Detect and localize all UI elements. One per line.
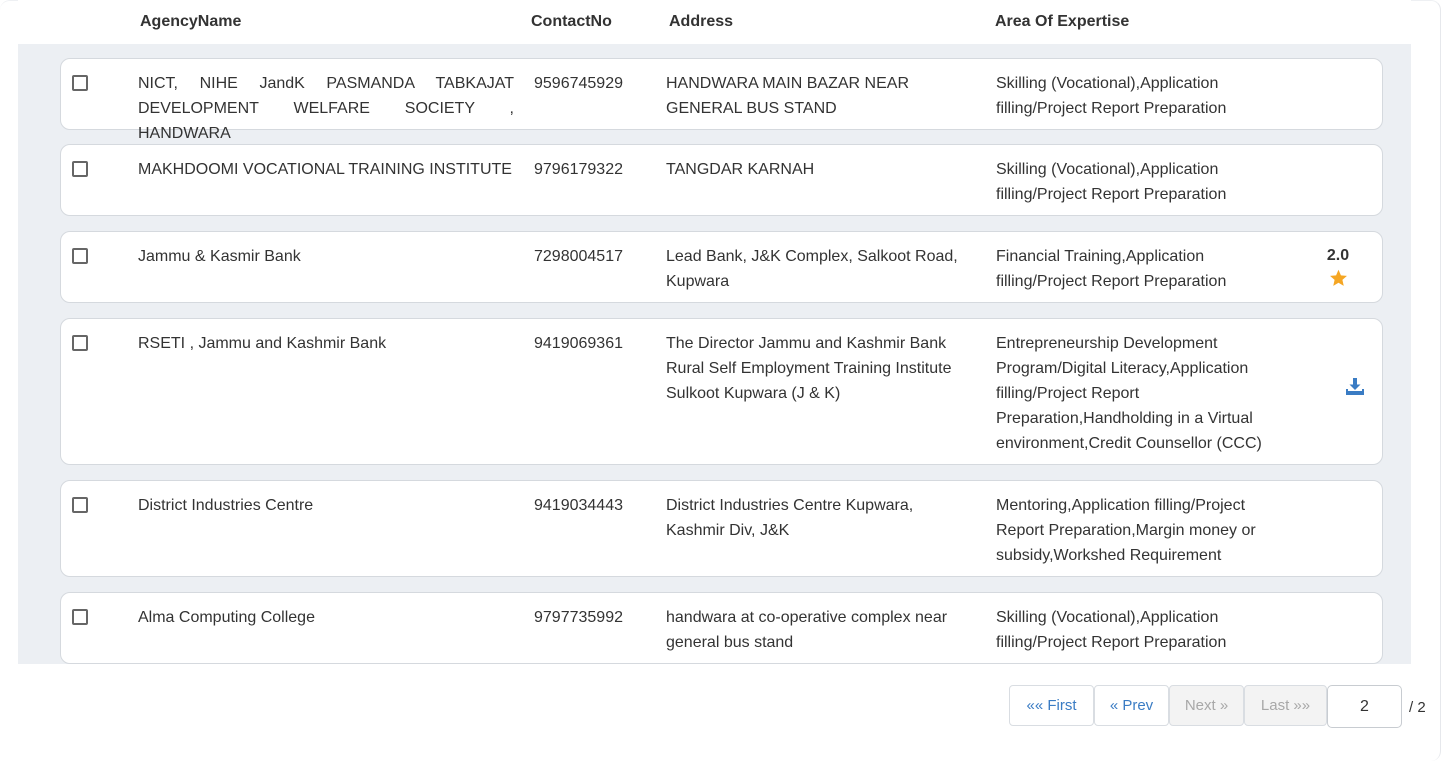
agency-name: NICT, NIHE JandK PASMANDA TABKAJAT DEVEL… <box>138 75 514 142</box>
contact-no: 9797735992 <box>534 609 623 626</box>
address: HANDWARA MAIN BAZAR NEAR GENERAL BUS STA… <box>666 75 909 117</box>
area-of-expertise: Mentoring,Application filling/Project Re… <box>996 497 1256 564</box>
table-row[interactable]: MAKHDOOMI VOCATIONAL TRAINING INSTITUTE … <box>60 144 1383 216</box>
table-row[interactable]: RSETI , Jammu and Kashmir Bank 941906936… <box>60 318 1383 465</box>
header-address[interactable]: Address <box>669 13 733 31</box>
prev-page-button[interactable]: « Prev <box>1094 685 1169 726</box>
contact-no: 7298004517 <box>534 248 623 265</box>
last-page-button[interactable]: Last »» <box>1244 685 1327 726</box>
rating-value: 2.0 <box>1326 247 1350 264</box>
table-row[interactable]: NICT, NIHE JandK PASMANDA TABKAJAT DEVEL… <box>60 58 1383 142</box>
star-icon <box>1329 269 1347 286</box>
header-contact-no[interactable]: ContactNo <box>531 13 612 31</box>
area-of-expertise: Skilling (Vocational),Application fillin… <box>996 609 1227 651</box>
agency-name: MAKHDOOMI VOCATIONAL TRAINING INSTITUTE <box>138 161 512 178</box>
download-icon <box>1346 378 1364 395</box>
contact-no: 9419069361 <box>534 335 623 352</box>
contact-no: 9796179322 <box>534 161 623 178</box>
area-of-expertise: Skilling (Vocational),Application fillin… <box>996 75 1227 117</box>
agency-name: District Industries Centre <box>138 497 314 514</box>
table-row[interactable]: Alma Computing College 9797735992 handwa… <box>60 592 1383 664</box>
page: AgencyName ContactNo Address Area Of Exp… <box>0 0 1445 761</box>
agency-name: Alma Computing College <box>138 609 315 626</box>
download-button[interactable] <box>1346 378 1364 400</box>
agency-name: RSETI , Jammu and Kashmir Bank <box>138 335 387 352</box>
row-checkbox[interactable] <box>72 609 88 625</box>
address: District Industries Centre Kupwara, Kash… <box>666 497 914 539</box>
header-area-of-expertise[interactable]: Area Of Expertise <box>995 13 1129 31</box>
agency-list[interactable]: NICT, NIHE JandK PASMANDA TABKAJAT DEVEL… <box>18 44 1411 664</box>
address: TANGDAR KARNAH <box>666 161 815 178</box>
address: Lead Bank, J&K Complex, Salkoot Road, Ku… <box>666 248 958 290</box>
area-of-expertise: Entrepreneurship Development Program/Dig… <box>996 335 1262 452</box>
area-of-expertise: Financial Training,Application filling/P… <box>996 248 1227 290</box>
row-checkbox[interactable] <box>72 497 88 513</box>
address: The Director Jammu and Kashmir Bank Rura… <box>666 335 952 402</box>
header-agency-name[interactable]: AgencyName <box>140 13 241 31</box>
table-header: AgencyName ContactNo Address Area Of Exp… <box>18 0 1411 44</box>
rating: 2.0 <box>1316 244 1360 287</box>
table-row[interactable]: Jammu & Kasmir Bank 7298004517 Lead Bank… <box>60 231 1383 303</box>
page-number-input[interactable] <box>1327 685 1402 728</box>
agency-name: Jammu & Kasmir Bank <box>138 248 301 265</box>
contact-no: 9596745929 <box>534 75 623 92</box>
row-checkbox[interactable] <box>72 75 88 91</box>
page-total: / 2 <box>1409 699 1426 716</box>
first-page-button[interactable]: «« First <box>1009 685 1094 726</box>
table-row[interactable]: District Industries Centre 9419034443 Di… <box>60 480 1383 577</box>
area-of-expertise: Skilling (Vocational),Application fillin… <box>996 161 1227 203</box>
address: handwara at co-operative complex near ge… <box>666 609 948 651</box>
row-checkbox[interactable] <box>72 248 88 264</box>
contact-no: 9419034443 <box>534 497 623 514</box>
row-checkbox[interactable] <box>72 335 88 351</box>
row-checkbox[interactable] <box>72 161 88 177</box>
next-page-button[interactable]: Next » <box>1169 685 1244 726</box>
